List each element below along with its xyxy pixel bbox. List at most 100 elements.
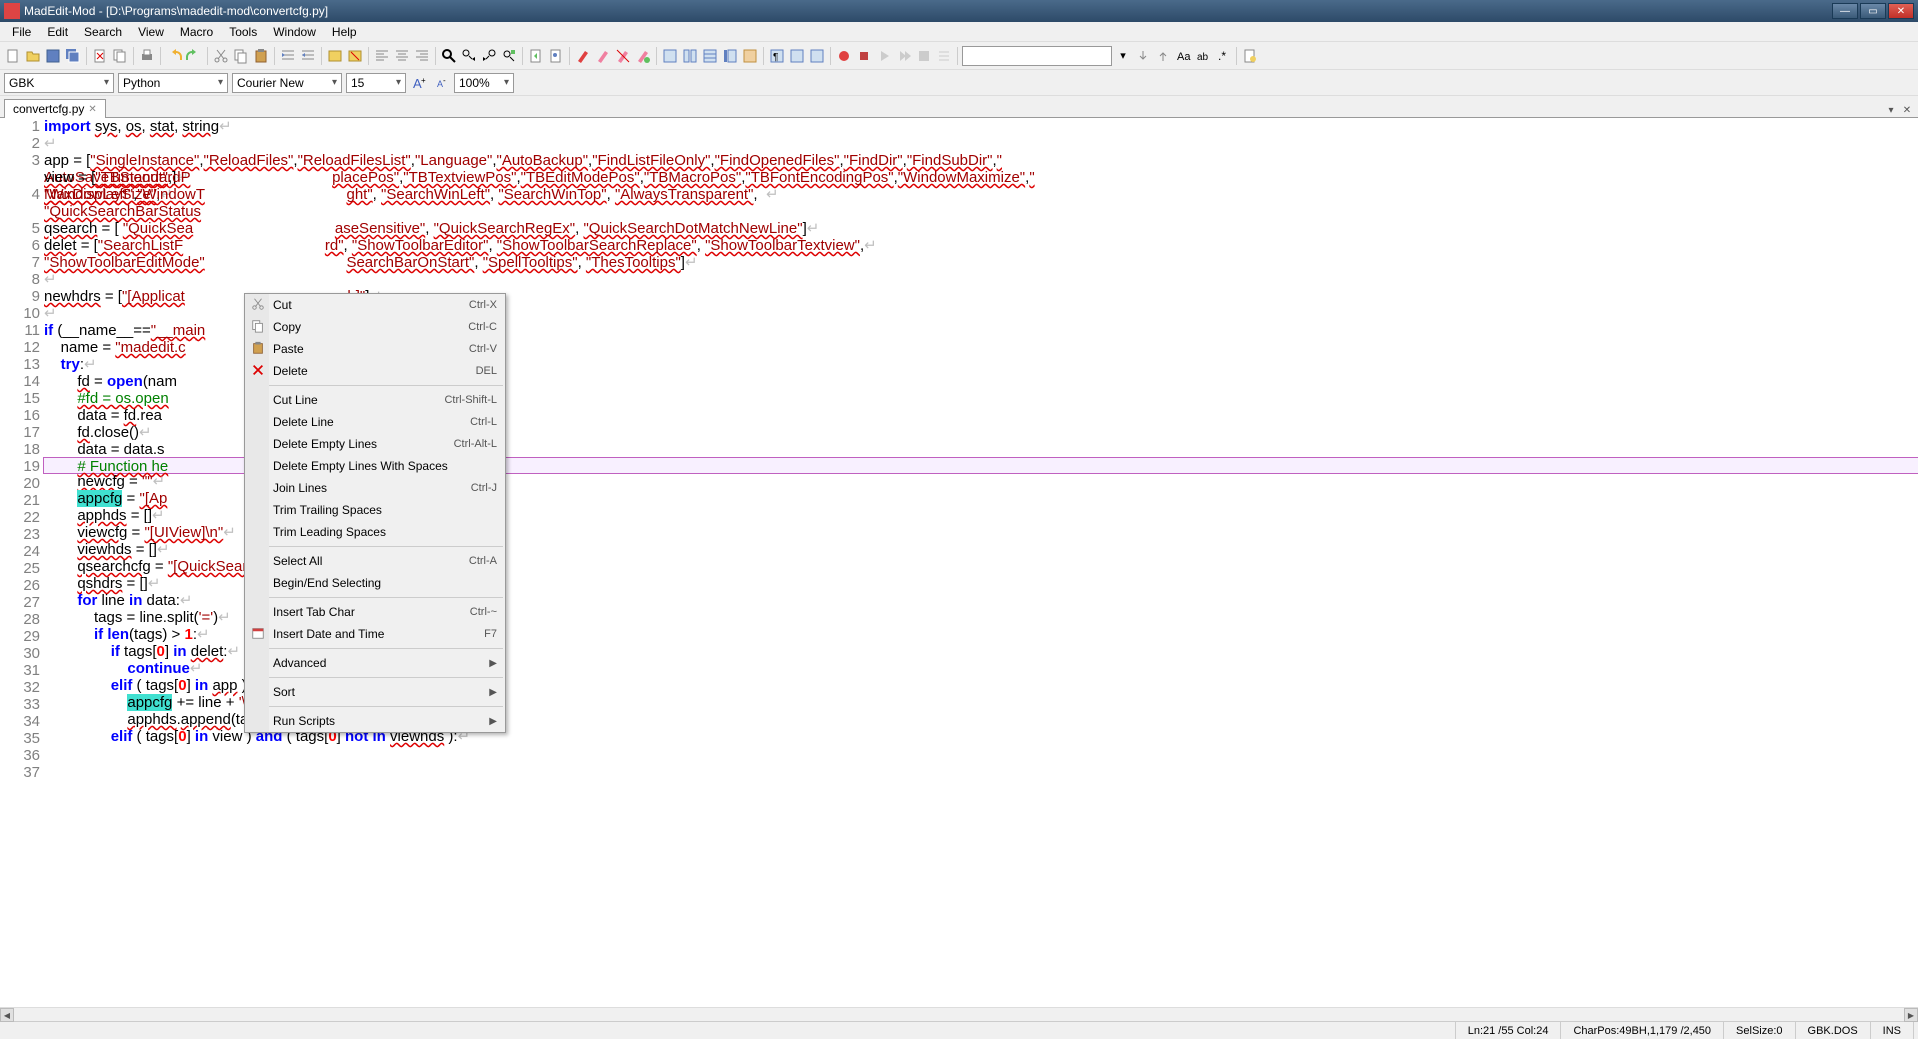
save-macro-icon[interactable] <box>915 47 933 65</box>
encoding-combo[interactable]: GBK <box>4 73 114 93</box>
find-next-icon[interactable] <box>460 47 478 65</box>
undo-icon[interactable] <box>165 47 183 65</box>
font-combo[interactable]: Courier New <box>232 73 342 93</box>
scroll-right-icon[interactable]: ▶ <box>1904 1008 1918 1022</box>
combo-drop-icon[interactable]: ▾ <box>1114 47 1132 65</box>
menu-tools[interactable]: Tools <box>221 23 265 41</box>
find-icon[interactable] <box>440 47 458 65</box>
cut-icon[interactable] <box>212 47 230 65</box>
menu-item-cut[interactable]: CutCtrl-X <box>245 294 505 316</box>
menu-item-run-scripts[interactable]: Run Scripts▶ <box>245 710 505 732</box>
comment-icon[interactable] <box>326 47 344 65</box>
menu-item-select-all[interactable]: Select AllCtrl-A <box>245 550 505 572</box>
play-icon[interactable] <box>875 47 893 65</box>
align-right-icon[interactable] <box>413 47 431 65</box>
fontsize-combo[interactable]: 15 <box>346 73 406 93</box>
menu-item-trim-trailing-spaces[interactable]: Trim Trailing Spaces <box>245 499 505 521</box>
whole-word-icon[interactable]: ab <box>1194 47 1212 65</box>
align-center-icon[interactable] <box>393 47 411 65</box>
stop-icon[interactable] <box>855 47 873 65</box>
quick-search-input[interactable] <box>962 46 1112 66</box>
code-line[interactable]: qsearch = [ "QuickSea aseSensitive", "Qu… <box>44 220 1918 237</box>
code-line[interactable]: ↵ <box>44 271 1918 288</box>
code-line[interactable]: view = ["TBStandardP placePos","TBTextvi… <box>44 169 1918 186</box>
language-combo[interactable]: Python <box>118 73 228 93</box>
menu-file[interactable]: File <box>4 23 39 41</box>
font-dec-icon[interactable]: A- <box>432 74 450 92</box>
copy-icon[interactable] <box>232 47 250 65</box>
editor[interactable]: 1234567891011121314151617181920212223242… <box>0 118 1918 1007</box>
menu-item-trim-leading-spaces[interactable]: Trim Leading Spaces <box>245 521 505 543</box>
redo-icon[interactable] <box>185 47 203 65</box>
font-inc-icon[interactable]: A+ <box>410 74 428 92</box>
tab-close-all-icon[interactable]: ✕ <box>1900 103 1914 117</box>
code-line[interactable]: delet = ["SearchListF rd", "ShowToolbarE… <box>44 237 1918 254</box>
code-line[interactable]: "QuickSearchBarStatus <box>44 203 1918 220</box>
marker-clear-icon[interactable] <box>614 47 632 65</box>
uncomment-icon[interactable] <box>346 47 364 65</box>
macro-list-icon[interactable] <box>935 47 953 65</box>
indent-icon[interactable] <box>279 47 297 65</box>
tab-convertcfg[interactable]: convertcfg.py ✕ <box>4 99 106 118</box>
code-line[interactable]: "WindowLeft","WindowT ght", "SearchWinLe… <box>44 186 1918 203</box>
code-line[interactable]: ↵ <box>44 135 1918 152</box>
settings-icon[interactable] <box>1241 47 1259 65</box>
scroll-left-icon[interactable]: ◀ <box>0 1008 14 1022</box>
saveall-icon[interactable] <box>64 47 82 65</box>
menu-item-insert-date-and-time[interactable]: Insert Date and TimeF7 <box>245 623 505 645</box>
save-icon[interactable] <box>44 47 62 65</box>
menu-edit[interactable]: Edit <box>39 23 76 41</box>
view-text-icon[interactable] <box>661 47 679 65</box>
open-icon[interactable] <box>24 47 42 65</box>
wrap-icon[interactable] <box>741 47 759 65</box>
marker-pink-icon[interactable] <box>594 47 612 65</box>
menu-item-paste[interactable]: PasteCtrl-V <box>245 338 505 360</box>
menu-item-delete[interactable]: DeleteDEL <box>245 360 505 382</box>
closeall-icon[interactable] <box>111 47 129 65</box>
menu-item-delete-empty-lines-with-spaces[interactable]: Delete Empty Lines With Spaces <box>245 455 505 477</box>
record-icon[interactable] <box>835 47 853 65</box>
close-button[interactable]: ✕ <box>1888 3 1914 19</box>
minimize-button[interactable]: — <box>1832 3 1858 19</box>
show-tab-icon[interactable] <box>808 47 826 65</box>
replace-icon[interactable] <box>500 47 518 65</box>
menu-macro[interactable]: Macro <box>172 23 221 41</box>
paste-icon[interactable] <box>252 47 270 65</box>
new-icon[interactable] <box>4 47 22 65</box>
marker-toggle-icon[interactable] <box>634 47 652 65</box>
marker-red-icon[interactable] <box>574 47 592 65</box>
case-icon[interactable]: Aa <box>1174 47 1192 65</box>
close-doc-icon[interactable] <box>91 47 109 65</box>
linenum-icon[interactable] <box>721 47 739 65</box>
menu-view[interactable]: View <box>130 23 172 41</box>
goto-icon[interactable] <box>527 47 545 65</box>
print-icon[interactable] <box>138 47 156 65</box>
outdent-icon[interactable] <box>299 47 317 65</box>
search-up-icon[interactable] <box>1154 47 1172 65</box>
scroll-track[interactable] <box>14 1008 1904 1021</box>
zoom-combo[interactable]: 100% <box>454 73 514 93</box>
view-hex-icon[interactable] <box>701 47 719 65</box>
show-space-icon[interactable] <box>788 47 806 65</box>
maximize-button[interactable]: ▭ <box>1860 3 1886 19</box>
menu-item-cut-line[interactable]: Cut LineCtrl-Shift-L <box>245 389 505 411</box>
menu-item-delete-empty-lines[interactable]: Delete Empty LinesCtrl-Alt-L <box>245 433 505 455</box>
play-n-icon[interactable] <box>895 47 913 65</box>
menu-item-join-lines[interactable]: Join LinesCtrl-J <box>245 477 505 499</box>
menu-item-copy[interactable]: CopyCtrl-C <box>245 316 505 338</box>
menu-help[interactable]: Help <box>324 23 365 41</box>
menu-item-delete-line[interactable]: Delete LineCtrl-L <box>245 411 505 433</box>
show-symbol-icon[interactable]: ¶ <box>768 47 786 65</box>
align-left-icon[interactable] <box>373 47 391 65</box>
bookmark-icon[interactable] <box>547 47 565 65</box>
menu-item-insert-tab-char[interactable]: Insert Tab CharCtrl-~ <box>245 601 505 623</box>
search-down-icon[interactable] <box>1134 47 1152 65</box>
menu-search[interactable]: Search <box>76 23 130 41</box>
tab-scroll-down-icon[interactable]: ▾ <box>1884 103 1898 117</box>
menu-item-begin-end-selecting[interactable]: Begin/End Selecting <box>245 572 505 594</box>
regex-icon[interactable]: .* <box>1214 47 1232 65</box>
horizontal-scrollbar[interactable]: ◀ ▶ <box>0 1007 1918 1021</box>
tab-close-icon[interactable]: ✕ <box>88 104 96 115</box>
code-line[interactable]: app = ["SingleInstance","ReloadFiles","R… <box>44 152 1918 169</box>
menu-item-sort[interactable]: Sort▶ <box>245 681 505 703</box>
